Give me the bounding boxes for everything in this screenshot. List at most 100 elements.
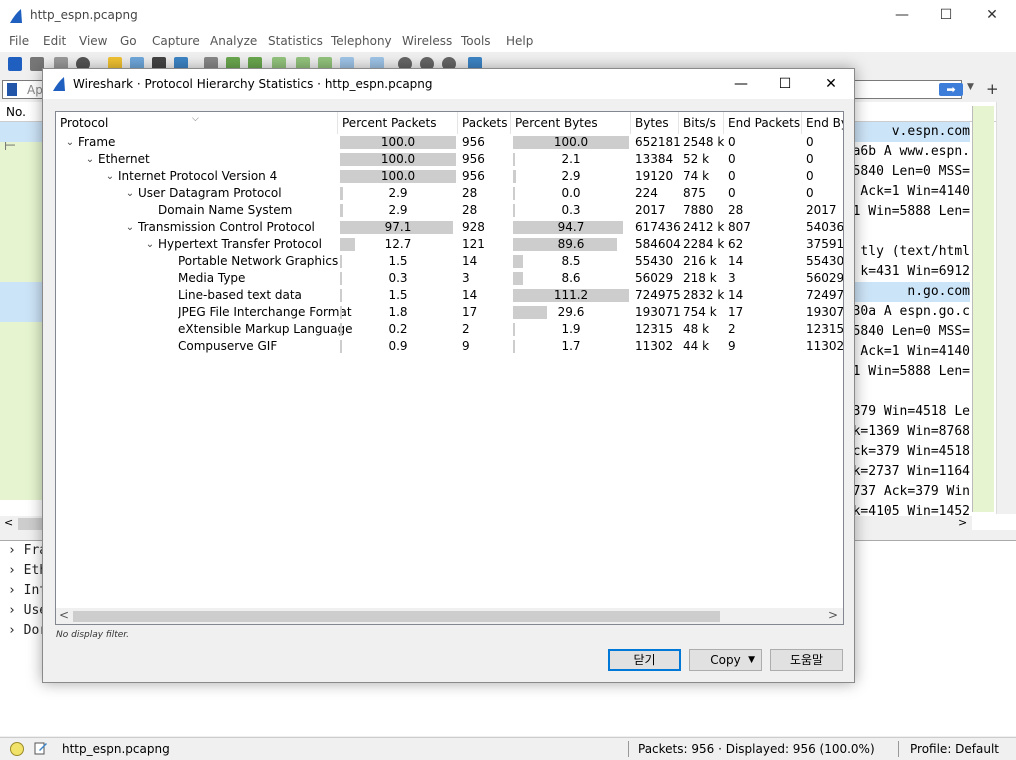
status-profile[interactable]: Profile: Default: [910, 742, 999, 756]
column-percent-packets[interactable]: Percent Packets: [338, 112, 458, 134]
protocol-row[interactable]: ⌄ Hypertext Transfer Protocol 12.7 89.6 121 5…: [56, 236, 844, 253]
expert-info-icon[interactable]: [10, 742, 24, 756]
end-packets-value: 0: [728, 169, 736, 183]
close-button[interactable]: 닫기: [608, 649, 681, 671]
protocol-row[interactable]: ⌄ Internet Protocol Version 4 100.0 2.9 956 1…: [56, 168, 843, 185]
percent-bytes-value: 8.6: [561, 271, 581, 285]
tree-hscroll[interactable]: < >: [56, 608, 843, 624]
protocol-row[interactable]: JPEG File Interchange Format 1.8 29.6 17 193…: [56, 304, 843, 321]
packets-value: 28: [462, 186, 478, 200]
end-packets-value: 0: [728, 152, 736, 166]
column-packets[interactable]: Packets: [458, 112, 511, 134]
menu-help[interactable]: Help: [506, 34, 533, 48]
packet-list-vscroll[interactable]: [996, 102, 1016, 514]
expand-chevron-icon[interactable]: ›: [8, 623, 16, 638]
tree-hscroll-thumb[interactable]: [73, 611, 720, 622]
percent-bytes-value: 89.6: [557, 237, 585, 251]
protocol-row[interactable]: ⌄ Ethernet 100.0 2.1 956 13384 52 k 0 0: [56, 151, 843, 168]
protocol-tree[interactable]: Protocol ⌵ Percent Packets Packets Percen…: [55, 111, 844, 625]
end-bytes-value: 55430: [806, 254, 844, 268]
percent-packets-value: 1.5: [388, 288, 408, 302]
expand-chevron-icon[interactable]: ›: [8, 603, 16, 618]
menu-view[interactable]: View: [79, 34, 107, 48]
minimize-icon[interactable]: —: [882, 4, 922, 26]
menu-go[interactable]: Go: [120, 34, 137, 48]
end-packets-value: 14: [728, 288, 744, 302]
percent-bytes-value: 100.0: [553, 135, 589, 149]
menu-bar: File Edit View Go Capture Analyze Statis…: [0, 32, 1016, 52]
menu-analyze[interactable]: Analyze: [210, 34, 257, 48]
add-filter-button-icon[interactable]: +: [986, 80, 999, 98]
expand-chevron-icon[interactable]: ›: [8, 563, 16, 578]
scroll-right-icon[interactable]: >: [828, 608, 838, 622]
column-end-bytes[interactable]: End By: [802, 112, 843, 134]
expand-chevron-icon[interactable]: ›: [8, 583, 16, 598]
packets-value: 928: [462, 220, 485, 234]
filter-dropdown-icon[interactable]: ▼: [967, 82, 974, 92]
menu-file[interactable]: File: [9, 34, 29, 48]
protocol-name: Portable Network Graphics: [178, 254, 339, 268]
protocol-row[interactable]: Media Type 0.3 8.6 3 56029 218 k 3 56029: [56, 270, 843, 287]
protocol-row[interactable]: eXtensible Markup Language 0.2 1.9 2 12315 48…: [56, 321, 843, 338]
expand-chevron-icon[interactable]: ⌄: [124, 185, 136, 202]
menu-wireless[interactable]: Wireless: [402, 34, 452, 48]
expand-chevron-icon[interactable]: ›: [8, 543, 16, 558]
bytes-value: 11302: [635, 339, 674, 353]
column-no[interactable]: No.: [6, 105, 26, 119]
bytes-value: 12315: [635, 322, 674, 336]
menu-statistics[interactable]: Statistics: [268, 34, 323, 48]
column-percent-bytes[interactable]: Percent Bytes: [511, 112, 631, 134]
protocol-row[interactable]: ⌄ Transmission Control Protocol 97.1 94.7 92…: [56, 219, 843, 236]
bookmark-icon[interactable]: [7, 83, 17, 96]
display-filter-status: No display filter.: [56, 630, 130, 640]
protocol-row[interactable]: ⌄ User Datagram Protocol 2.9 0.0 28 224 875 0 0: [56, 185, 843, 202]
column-protocol[interactable]: Protocol ⌵: [56, 112, 338, 134]
end-packets-value: 9: [728, 339, 736, 353]
menu-telephony[interactable]: Telephony: [331, 34, 392, 48]
bits-value: 216 k: [683, 254, 717, 268]
protocol-row[interactable]: ⌄ Frame 100.0 100.0 956 652181 2548 k00: [56, 134, 843, 151]
close-icon[interactable]: ✕: [972, 4, 1012, 26]
protocol-name: Compuserve GIF: [178, 339, 278, 353]
menu-tools[interactable]: Tools: [461, 34, 491, 48]
end-bytes-value: 2017: [806, 203, 837, 217]
menu-capture[interactable]: Capture: [152, 34, 200, 48]
copy-button[interactable]: Copy ▼: [689, 649, 762, 671]
bytes-value: 55430: [635, 254, 674, 268]
expand-chevron-icon[interactable]: ⌄: [124, 219, 136, 236]
protocol-row[interactable]: Domain Name System 2.9 0.3 28 2017 7880 28 2017: [56, 202, 843, 219]
expand-chevron-icon[interactable]: ⌄: [104, 168, 116, 185]
packet-minimap[interactable]: [972, 106, 994, 512]
expand-chevron-icon[interactable]: ⌄: [84, 151, 96, 168]
protocol-name: Domain Name System: [158, 203, 293, 217]
column-end-packets[interactable]: End Packets: [724, 112, 802, 134]
percent-bytes-value: 1.7: [561, 339, 581, 353]
maximize-icon[interactable]: ☐: [765, 73, 805, 95]
protocol-name: Internet Protocol Version 4: [118, 169, 278, 183]
close-icon[interactable]: ✕: [811, 73, 851, 95]
end-bytes-value: 0: [806, 186, 814, 200]
edit-comment-icon[interactable]: [34, 741, 48, 755]
dialog-title: Wireshark · Protocol Hierarchy Statistic…: [73, 77, 433, 91]
protocol-row[interactable]: Portable Network Graphics 1.5 8.5 14 55430 21…: [56, 253, 844, 270]
help-button[interactable]: 도움말: [770, 649, 843, 671]
maximize-icon[interactable]: ☐: [926, 4, 966, 26]
main-title-bar: http_espn.pcapng — ☐ ✕: [0, 0, 1016, 32]
end-bytes-value: 724975: [806, 288, 844, 302]
scroll-right-icon[interactable]: >: [958, 516, 967, 529]
expand-chevron-icon[interactable]: ⌄: [144, 236, 156, 253]
scroll-left-icon[interactable]: <: [59, 608, 69, 622]
percent-bytes-value: 94.7: [557, 220, 585, 234]
expand-chevron-icon[interactable]: ⌄: [64, 134, 76, 151]
protocol-row[interactable]: Line-based text data 1.5 111.2 14 724975 2832…: [56, 287, 844, 304]
protocol-row[interactable]: Compuserve GIF 0.9 1.7 9 11302 44 k 9 11302: [56, 338, 843, 355]
menu-edit[interactable]: Edit: [43, 34, 66, 48]
scroll-left-icon[interactable]: <: [4, 516, 13, 529]
start-capture-icon[interactable]: [8, 57, 22, 71]
apply-filter-icon[interactable]: ➡: [939, 83, 963, 96]
end-bytes-value: 0: [806, 135, 814, 149]
column-bytes[interactable]: Bytes: [631, 112, 679, 134]
end-bytes-value: 37591: [806, 237, 844, 251]
minimize-icon[interactable]: —: [721, 73, 761, 95]
column-bits-per-sec[interactable]: Bits/s: [679, 112, 724, 134]
